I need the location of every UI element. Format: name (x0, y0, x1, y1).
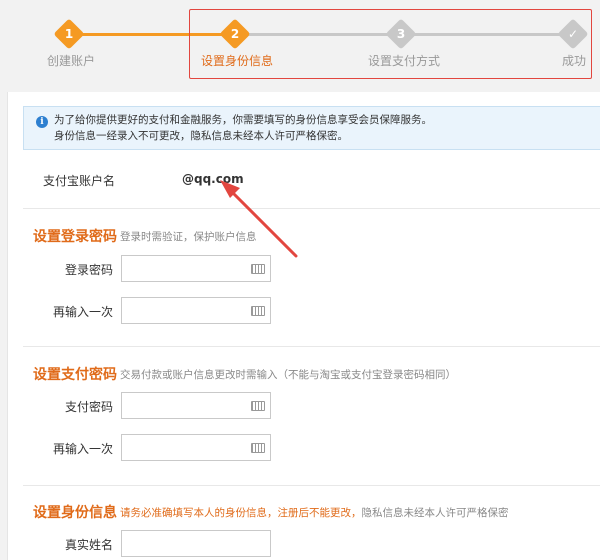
pay-password-confirm-label: 再输入一次 (53, 442, 114, 456)
identity-desc-rest: 隐私信息未经本人许可严格保密 (361, 507, 509, 519)
step-progress-bar: 1 创建账户 2 设置身份信息 3 设置支付方式 ✓ 成功 (0, 0, 600, 86)
pay-password-desc: 交易付款或账户信息更改时需输入（不能与淘宝或支付宝登录密码相同） (120, 369, 456, 381)
keyboard-icon[interactable] (251, 443, 265, 453)
real-name-label: 真实姓名 (65, 538, 114, 552)
keyboard-icon[interactable] (251, 401, 265, 411)
divider (23, 485, 600, 486)
info-icon: i (36, 116, 48, 128)
pay-password-input[interactable] (121, 392, 271, 419)
notice-line-2: 身份信息一经录入不可更改，隐私信息未经本人许可严格保密。 (54, 130, 348, 142)
identity-desc: 请务必准确填写本人的身份信息，注册后不能更改，隐私信息未经本人许可严格保密 (120, 505, 509, 520)
highlight-box (189, 9, 592, 79)
keyboard-icon[interactable] (251, 264, 265, 274)
identity-title: 设置身份信息 (33, 505, 117, 521)
keyboard-icon[interactable] (251, 306, 265, 316)
registration-form: i 为了给你提供更好的支付和金融服务，你需要填写的身份信息享受会员保障服务。 身… (7, 92, 600, 560)
account-label: 支付宝账户名 (43, 174, 116, 188)
pay-password-label: 支付密码 (65, 400, 114, 414)
divider (23, 208, 600, 209)
step-1-number: 1 (64, 27, 74, 41)
login-password-confirm-input[interactable] (121, 297, 271, 324)
divider (23, 346, 600, 347)
pay-password-title: 设置支付密码 (33, 367, 117, 383)
login-password-title: 设置登录密码 (33, 229, 117, 245)
real-name-input[interactable] (121, 530, 271, 557)
step-1-label: 创建账户 (47, 54, 96, 68)
login-password-label: 登录密码 (65, 263, 114, 277)
notice-line-1: 为了给你提供更好的支付和金融服务，你需要填写的身份信息享受会员保障服务。 (54, 114, 432, 126)
login-password-desc: 登录时需验证，保护账户信息 (120, 231, 257, 243)
pay-password-confirm-input[interactable] (121, 434, 271, 461)
identity-desc-warning: 请务必准确填写本人的身份信息，注册后不能更改， (120, 507, 362, 519)
login-password-confirm-label: 再输入一次 (53, 305, 114, 319)
info-notice: i 为了给你提供更好的支付和金融服务，你需要填写的身份信息享受会员保障服务。 身… (23, 106, 600, 150)
account-value: @qq.com (182, 172, 244, 186)
login-password-input[interactable] (121, 255, 271, 282)
